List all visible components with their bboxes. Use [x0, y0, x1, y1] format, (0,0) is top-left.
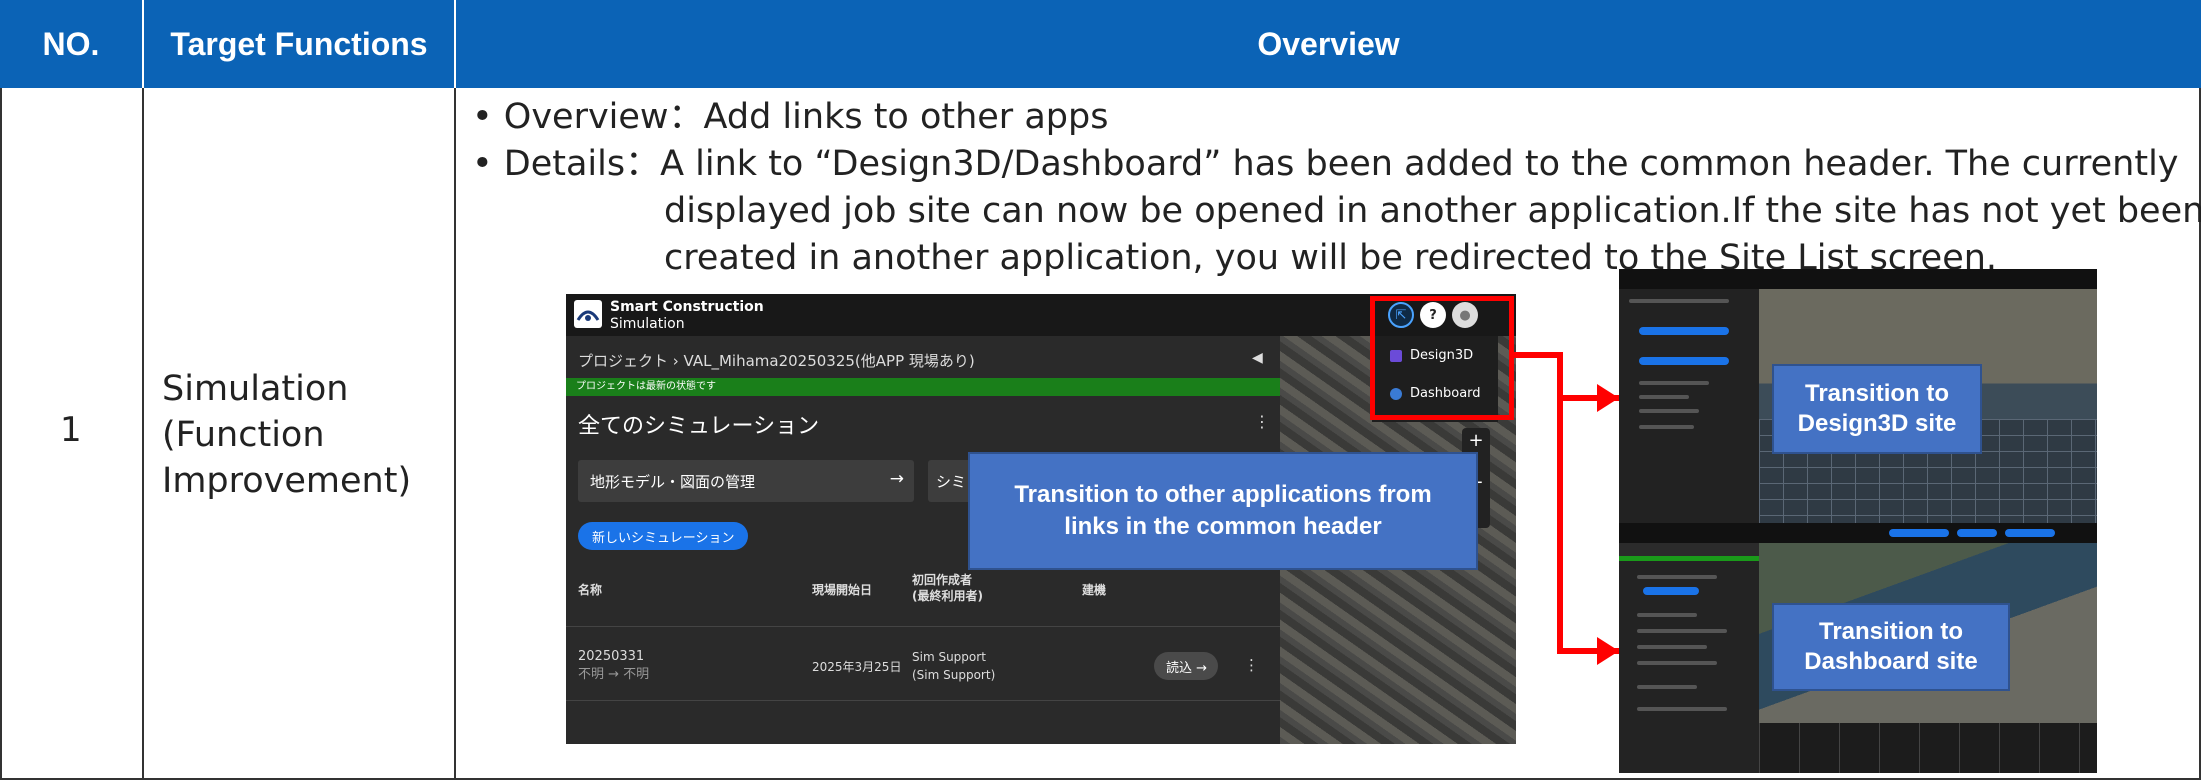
column-header-start-date: 現場開始日 — [812, 583, 873, 597]
table-header-row: NO. Target Functions Overview — [0, 0, 2201, 88]
row-name[interactable]: 20250331 不明 → 不明 — [578, 648, 649, 684]
row-start-date: 2025年3月25日 — [812, 660, 902, 674]
mini-bar — [1637, 575, 1717, 579]
callout-line: Transition to — [1805, 380, 1949, 407]
page-title: 全てのシミュレーション — [578, 414, 820, 439]
mini-bar — [1637, 629, 1727, 633]
mini-button — [1889, 529, 1949, 537]
callout-line: Dashboard site — [1804, 648, 1978, 675]
mini-button — [1639, 327, 1729, 335]
details-bullet: • Details：A link to “Design3D/Dashboard”… — [472, 144, 2179, 184]
mini-bar — [1637, 661, 1717, 665]
row-options-icon[interactable]: ⋮ — [1244, 656, 1259, 674]
simulation-name: 20250331 — [578, 649, 645, 664]
details-continuation: displayed job site can now be opened in … — [664, 191, 2201, 231]
brand-name: Smart Construction — [610, 299, 764, 315]
terrain-management-button[interactable]: 地形モデル・図面の管理 → — [578, 460, 914, 502]
callout-line: Transition to — [1818, 618, 1963, 645]
highlight-box — [1370, 296, 1514, 420]
column-header-creator: 初回作成者 (最終利用者) — [912, 572, 983, 604]
mini-button — [1639, 357, 1729, 365]
arrow-right-icon: → — [889, 469, 904, 489]
mini-button — [1643, 587, 1699, 595]
mini-bar — [1639, 425, 1694, 429]
mini-bar — [1637, 685, 1697, 689]
target-line: (Function — [162, 415, 325, 455]
mini-bar — [1639, 381, 1709, 385]
design3d-header — [1619, 269, 2097, 289]
mini-bar — [1637, 645, 1707, 649]
mini-bar — [1637, 707, 1727, 711]
target-line: Improvement) — [162, 461, 412, 501]
dashboard-timeline — [1759, 723, 2097, 773]
row-creator: Sim Support (Sim Support) — [912, 648, 995, 684]
overview-text: • Overview：Add links to other apps • Det… — [472, 94, 2201, 282]
row-number: 1 — [60, 410, 82, 450]
collapse-arrow-icon[interactable]: ◀ — [1252, 350, 1263, 366]
target-line: Simulation — [162, 369, 349, 409]
header-target-functions: Target Functions — [170, 25, 428, 62]
arrow-head-icon — [1597, 637, 1619, 665]
mini-bar — [1639, 409, 1699, 413]
mini-bar — [1639, 395, 1689, 399]
callout-line: Transition to other applications from — [1014, 481, 1432, 508]
last-user-label: (最終利用者) — [912, 589, 983, 603]
design3d-sidebar — [1619, 289, 1759, 525]
center-callout: Transition to other applications from li… — [968, 452, 1478, 570]
breadcrumb[interactable]: プロジェクト › VAL_Mihama20250325(他APP 現場あり) — [578, 350, 975, 371]
column-header-name: 名称 — [578, 583, 603, 597]
connector-line — [1514, 352, 1560, 358]
row-divider — [566, 700, 1280, 701]
arrow-head-icon — [1597, 384, 1619, 412]
callout-line: links in the common header — [1064, 513, 1382, 540]
column-divider — [454, 88, 456, 780]
mini-button — [1957, 529, 1997, 537]
header-overview: Overview — [1257, 25, 1400, 62]
new-simulation-button[interactable]: 新しいシミュレーション — [578, 522, 749, 550]
simulation-sub: 不明 → 不明 — [578, 667, 650, 682]
more-options-icon[interactable]: ⋮ — [1254, 412, 1270, 431]
overview-bullet: • Overview：Add links to other apps — [472, 97, 1109, 137]
creator-label: 初回作成者 — [912, 573, 973, 587]
row-divider — [566, 626, 1280, 627]
terrain-button-label: 地形モデル・図面の管理 — [590, 473, 756, 491]
mini-bar — [1637, 613, 1697, 617]
last-user-name: (Sim Support) — [912, 668, 996, 682]
target-function-cell: Simulation (Function Improvement) — [162, 366, 411, 504]
brand-product: Simulation — [610, 316, 685, 332]
design3d-callout: Transition to Design3D site — [1772, 364, 1982, 454]
mini-button — [2005, 529, 2055, 537]
app-logo — [574, 300, 602, 328]
load-button[interactable]: 読込 → — [1154, 652, 1218, 680]
callout-line: Design3D site — [1797, 410, 1957, 437]
mini-bar — [1629, 299, 1729, 303]
status-banner: プロジェクトは最新の状態です — [566, 378, 1280, 396]
column-header-machine: 建機 — [1082, 583, 1107, 597]
creator-name: Sim Support — [912, 650, 986, 664]
column-divider — [142, 88, 144, 780]
header-divider — [142, 0, 144, 88]
header-divider — [454, 0, 456, 88]
header-no: NO. — [42, 25, 100, 62]
dashboard-callout: Transition to Dashboard site — [1772, 603, 2010, 691]
